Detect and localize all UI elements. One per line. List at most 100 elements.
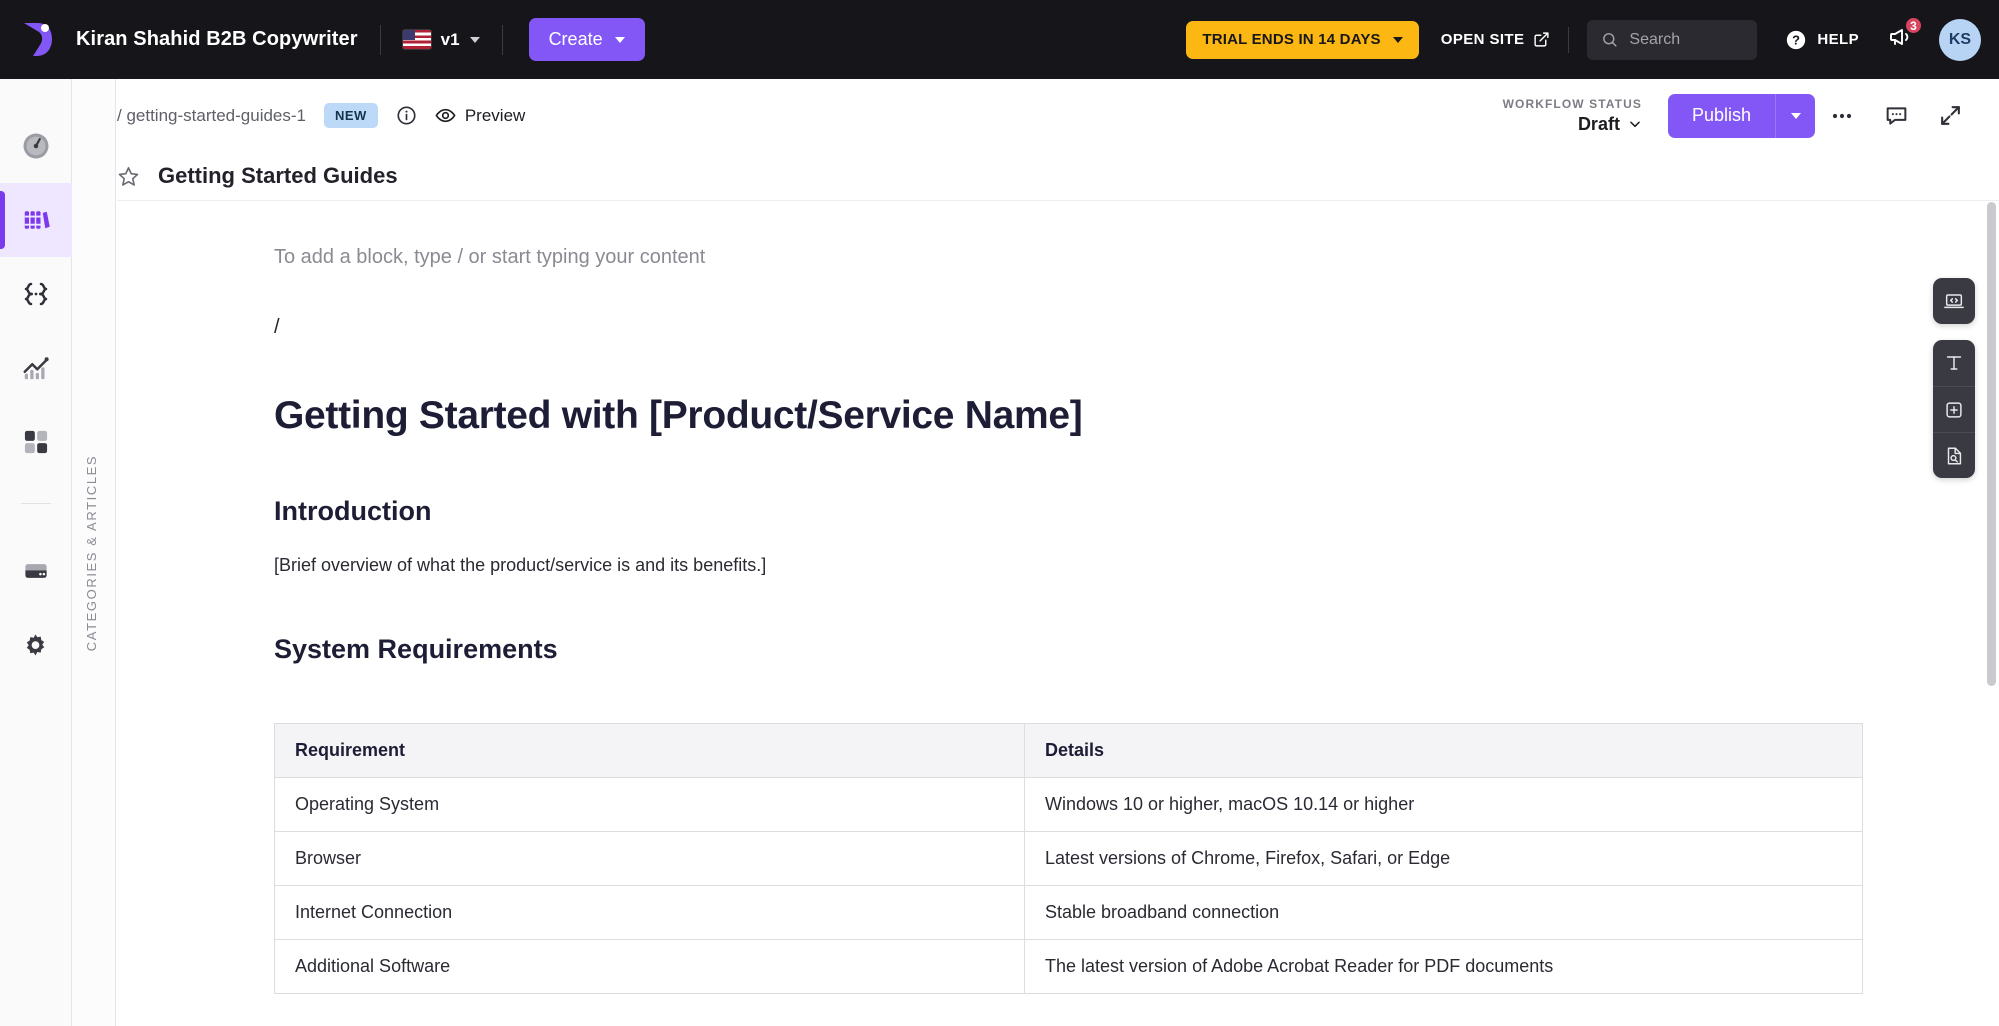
books-icon (24, 211, 50, 229)
workspace-name[interactable]: Kiran Shahid B2B Copywriter (76, 28, 358, 51)
help-circle-icon: ? (1787, 30, 1806, 49)
table-cell-requirement[interactable]: Operating System (274, 777, 1025, 832)
open-site-label: OPEN SITE (1440, 31, 1525, 48)
preview-label: Preview (464, 105, 526, 125)
document360-logo-icon (24, 22, 52, 56)
chevron-down-icon (469, 36, 480, 43)
editor-slash-block[interactable]: / (274, 316, 1737, 339)
sidebar-item-dashboard[interactable] (0, 109, 72, 183)
sidebar-item-knowledge-base[interactable] (0, 183, 72, 257)
table-row[interactable]: Internet Connection Stable broadband con… (274, 885, 1863, 940)
chevron-down-icon (1630, 121, 1640, 128)
code-view-button[interactable] (1933, 278, 1975, 324)
system-requirements-table[interactable]: Requirement Details Operating System Win… (274, 723, 1863, 994)
table-row[interactable]: Additional Software The latest version o… (274, 939, 1863, 994)
laptop-code-icon (1944, 294, 1964, 309)
divider (501, 24, 503, 55)
star-outline-icon[interactable] (117, 165, 140, 188)
sidebar-item-api-docs[interactable] (0, 257, 72, 331)
comment-icon (1886, 107, 1906, 125)
svg-text:?: ? (1792, 32, 1800, 47)
publish-dropdown-button[interactable] (1775, 93, 1815, 138)
editor-paragraph-introduction[interactable]: [Brief overview of what the product/serv… (274, 555, 1737, 576)
sidebar-item-settings[interactable] (0, 608, 72, 682)
table-cell-details[interactable]: Windows 10 or higher, macOS 10.14 or hig… (1024, 777, 1863, 832)
create-button[interactable]: Create (528, 18, 645, 61)
publish-button-group: Publish (1667, 93, 1815, 138)
file-search-icon (1947, 446, 1962, 465)
table-cell-details[interactable]: Stable broadband connection (1024, 885, 1863, 940)
trial-status-button[interactable]: TRIAL ENDS IN 14 DAYS (1186, 20, 1419, 59)
search-placeholder: Search (1629, 30, 1681, 48)
sidebar-item-widgets[interactable] (0, 405, 72, 479)
gauge-icon (23, 133, 48, 159)
publish-button[interactable]: Publish (1667, 93, 1775, 138)
sidebar-item-drive[interactable] (0, 534, 72, 608)
open-site-button[interactable]: OPEN SITE (1441, 31, 1551, 48)
workflow-status[interactable]: WORKFLOW STATUS Draft (1503, 97, 1642, 135)
code-braces-icon (24, 282, 47, 306)
primary-navigation-rail (0, 79, 72, 1026)
preview-button[interactable]: Preview (435, 105, 525, 126)
sidebar-item-analytics[interactable] (0, 331, 72, 405)
user-avatar[interactable]: KS (1939, 18, 1981, 61)
version-label: v1 (440, 29, 460, 49)
editor-content-area[interactable]: To add a block, type / or start typing y… (117, 200, 1999, 1026)
fullscreen-button[interactable] (1923, 89, 1977, 143)
categories-articles-panel[interactable]: CATEGORIES & ARTICLES (72, 79, 116, 1026)
toolbar-group-insert (1933, 340, 1975, 478)
breadcrumb-path[interactable]: / getting-started-guides-1 (117, 106, 306, 126)
add-block-button[interactable] (1933, 386, 1975, 432)
search-input[interactable]: Search (1587, 19, 1758, 60)
ellipsis-icon (1832, 113, 1852, 118)
document-search-button[interactable] (1933, 432, 1975, 478)
editor-placeholder-hint: To add a block, type / or start typing y… (274, 246, 706, 268)
help-label: HELP (1817, 31, 1859, 48)
document-title-row: Getting Started Guides (117, 152, 1999, 200)
editor-heading-system-requirements[interactable]: System Requirements (274, 634, 1737, 665)
text-tool-icon (1946, 356, 1962, 370)
table-cell-requirement[interactable]: Internet Connection (274, 885, 1025, 940)
divider (379, 24, 381, 55)
editor-heading-introduction[interactable]: Introduction (274, 496, 1737, 527)
table-header-cell: Details (1024, 723, 1863, 778)
workflow-status-caption: WORKFLOW STATUS (1502, 96, 1642, 111)
editor-heading-1[interactable]: Getting Started with [Product/Service Na… (274, 394, 1737, 438)
more-options-button[interactable] (1815, 89, 1869, 143)
gear-icon (26, 633, 45, 656)
table-header-cell: Requirement (274, 723, 1025, 778)
comments-button[interactable] (1869, 89, 1923, 143)
table-cell-requirement[interactable]: Browser (274, 831, 1025, 886)
notification-badge: 3 (1904, 16, 1923, 35)
help-button[interactable]: ? HELP (1785, 29, 1859, 51)
table-cell-requirement[interactable]: Additional Software (274, 939, 1025, 994)
editor-document: To add a block, type / or start typing y… (117, 201, 1863, 994)
content-scrollbar-thumb[interactable] (1987, 202, 1996, 686)
trial-status-label: TRIAL ENDS IN 14 DAYS (1202, 31, 1381, 48)
language-version-selector[interactable]: v1 (402, 29, 480, 50)
document-header-actions: WORKFLOW STATUS Draft Publish (1503, 89, 1977, 143)
table-cell-details[interactable]: The latest version of Adobe Acrobat Read… (1024, 939, 1863, 994)
divider (1568, 26, 1570, 53)
create-button-label: Create (548, 29, 603, 49)
breadcrumb: / getting-started-guides-1 NEW Preview (117, 103, 525, 128)
drive-icon (24, 564, 47, 578)
announcements-button[interactable]: 3 (1887, 16, 1923, 54)
us-flag-icon (402, 30, 431, 49)
table-row[interactable]: Browser Latest versions of Chrome, Firef… (274, 831, 1863, 886)
text-tool-button[interactable] (1933, 340, 1975, 386)
expand-arrows-icon (1940, 106, 1960, 125)
table-cell-details[interactable]: Latest versions of Chrome, Firefox, Safa… (1024, 831, 1863, 886)
workflow-status-value-row[interactable]: Draft (1503, 114, 1642, 135)
table-row[interactable]: Operating System Windows 10 or higher, m… (274, 777, 1863, 832)
top-navigation-bar: Kiran Shahid B2B Copywriter v1 Create TR… (0, 0, 1999, 79)
workflow-status-value: Draft (1577, 113, 1620, 134)
editor-side-toolbar (1933, 278, 1975, 478)
page-title: Getting Started Guides (158, 163, 398, 188)
chevron-down-icon (614, 36, 625, 43)
document-header-bar: / getting-started-guides-1 NEW Preview W… (117, 79, 1999, 152)
app-logo[interactable] (0, 0, 72, 79)
chevron-down-icon (1790, 112, 1801, 119)
info-circle-icon[interactable] (396, 105, 417, 126)
chart-line-icon (23, 357, 49, 380)
